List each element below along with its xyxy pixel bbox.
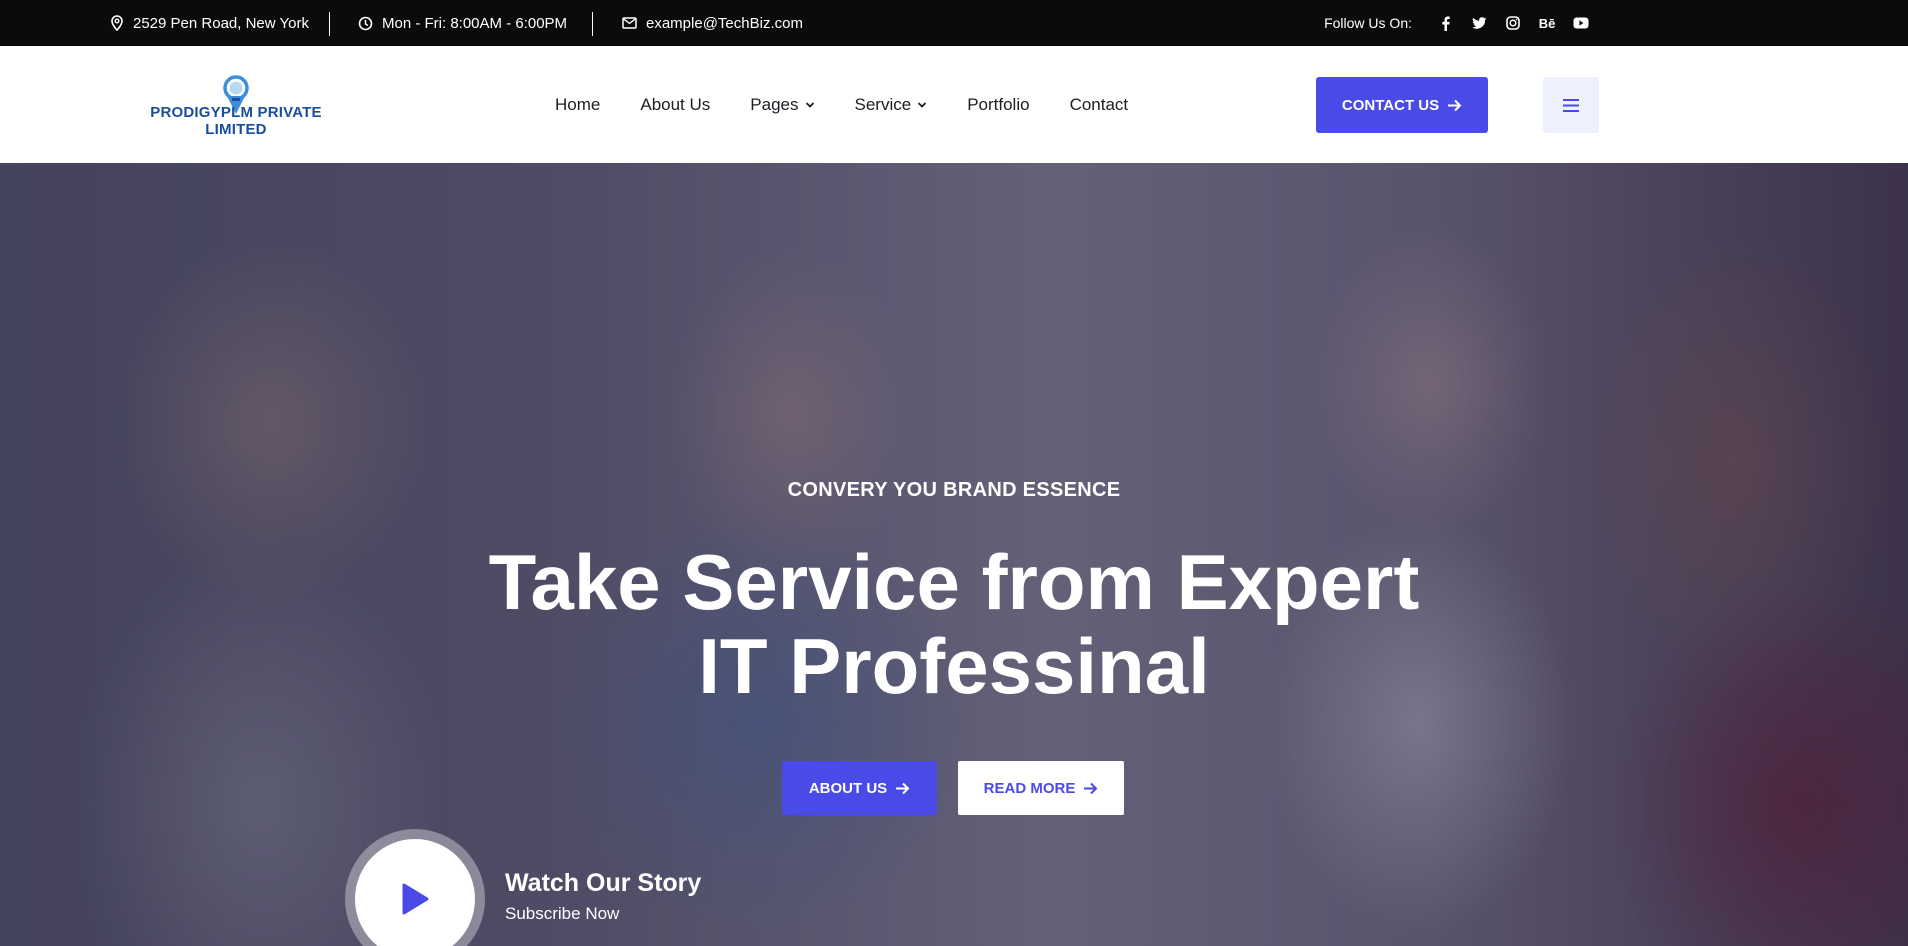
twitter-icon[interactable] bbox=[1462, 0, 1496, 46]
hero-title-line2: IT Professinal bbox=[698, 622, 1210, 710]
youtube-icon[interactable] bbox=[1564, 0, 1598, 46]
envelope-icon bbox=[622, 17, 637, 29]
hours-text: Mon - Fri: 8:00AM - 6:00PM bbox=[382, 14, 568, 32]
divider bbox=[329, 12, 330, 36]
arrow-right-icon bbox=[1448, 99, 1462, 111]
hamburger-menu-button[interactable] bbox=[1543, 77, 1599, 133]
behance-icon[interactable]: Bē bbox=[1530, 0, 1564, 46]
contact-us-label: CONTACT US bbox=[1341, 96, 1440, 114]
hero-banner: CONVERY YOU BRAND ESSENCE Take Service f… bbox=[0, 163, 1908, 946]
nav-portfolio[interactable]: Portfolio bbox=[967, 95, 1029, 115]
nav-pages[interactable]: Pages bbox=[750, 95, 814, 115]
clock-icon bbox=[358, 16, 373, 31]
arrow-right-icon bbox=[1084, 782, 1098, 794]
arrow-right-icon bbox=[896, 782, 910, 794]
nav-label: Service bbox=[854, 94, 912, 114]
hero-content: CONVERY YOU BRAND ESSENCE Take Service f… bbox=[0, 163, 1908, 946]
divider bbox=[592, 12, 593, 36]
nav-label: Pages bbox=[750, 94, 799, 114]
nav-home[interactable]: Home bbox=[555, 95, 600, 115]
nav-contact[interactable]: Contact bbox=[1070, 95, 1129, 115]
address-text: 2529 Pen Road, New York bbox=[133, 14, 309, 32]
watch-story-title: Watch Our Story bbox=[505, 869, 702, 897]
play-button-inner bbox=[355, 839, 475, 946]
facebook-icon[interactable] bbox=[1428, 0, 1462, 46]
nav-label: About Us bbox=[640, 94, 711, 114]
social-follow: Follow Us On: Bē bbox=[1324, 0, 1598, 46]
chevron-down-icon bbox=[918, 101, 927, 108]
nav-label: Home bbox=[555, 94, 601, 114]
address-info: 2529 Pen Road, New York bbox=[110, 0, 309, 46]
hero-title: Take Service from Expert IT Professinal bbox=[0, 540, 1908, 708]
read-more-button[interactable]: READ MORE bbox=[958, 761, 1124, 815]
nav-service[interactable]: Service bbox=[855, 95, 928, 115]
nav-about-us[interactable]: About Us bbox=[640, 95, 710, 115]
follow-label: Follow Us On: bbox=[1324, 15, 1412, 31]
hamburger-icon bbox=[1563, 98, 1579, 112]
company-logo[interactable]: PRODIGYPLM PRIVATE LIMITED bbox=[120, 74, 352, 140]
main-nav: Home About Us Pages Service Portfolio Co… bbox=[555, 46, 1168, 163]
location-pin-icon bbox=[110, 15, 124, 31]
chevron-down-icon bbox=[805, 101, 814, 108]
instagram-icon[interactable] bbox=[1496, 0, 1530, 46]
about-us-button[interactable]: ABOUT US bbox=[782, 761, 937, 815]
subscribe-link[interactable]: Subscribe Now bbox=[505, 904, 619, 924]
logo-text: PRODIGYPLM PRIVATE LIMITED bbox=[150, 104, 322, 138]
nav-label: Contact bbox=[1069, 94, 1129, 114]
play-icon bbox=[402, 883, 429, 915]
email-info[interactable]: example@TechBiz.com bbox=[622, 0, 803, 46]
hours-info: Mon - Fri: 8:00AM - 6:00PM bbox=[358, 0, 567, 46]
read-more-label: READ MORE bbox=[983, 779, 1076, 797]
main-header: PRODIGYPLM PRIVATE LIMITED Home About Us… bbox=[0, 46, 1908, 163]
contact-us-button[interactable]: CONTACT US bbox=[1316, 77, 1488, 133]
nav-label: Portfolio bbox=[967, 94, 1030, 114]
hero-tagline: CONVERY YOU BRAND ESSENCE bbox=[787, 479, 1121, 501]
hero-title-line1: Take Service from Expert bbox=[488, 538, 1420, 626]
about-us-label: ABOUT US bbox=[808, 779, 888, 797]
top-info-bar: 2529 Pen Road, New York Mon - Fri: 8:00A… bbox=[0, 0, 1908, 46]
play-video-button[interactable] bbox=[345, 829, 485, 946]
email-link[interactable]: example@TechBiz.com bbox=[646, 15, 803, 32]
